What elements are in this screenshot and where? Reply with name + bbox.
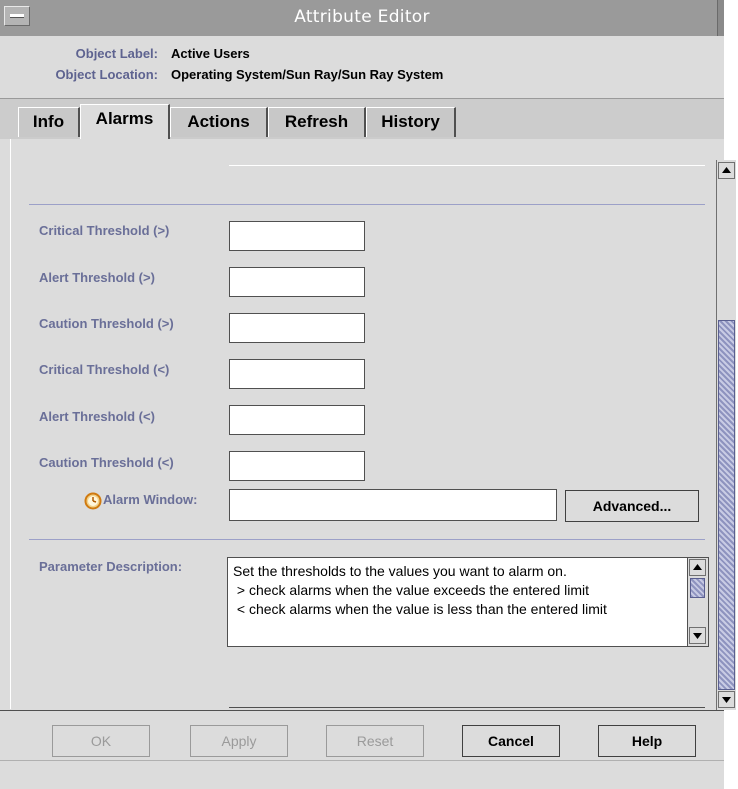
critical-threshold-lt-label: Critical Threshold (<) bbox=[39, 362, 170, 377]
title-bar[interactable]: Attribute Editor bbox=[0, 0, 724, 37]
parameter-description-box[interactable]: Set the thresholds to the values you wan… bbox=[227, 557, 709, 647]
section-divider bbox=[29, 204, 705, 205]
object-label-key: Object Label: bbox=[75, 46, 158, 61]
section-divider-top bbox=[229, 165, 705, 166]
panel-left-edge bbox=[0, 139, 10, 710]
tab-info[interactable]: Info bbox=[18, 107, 80, 137]
main-scroll-up-button[interactable] bbox=[718, 162, 735, 179]
parameter-description-text: Set the thresholds to the values you wan… bbox=[233, 563, 607, 617]
scroll-down-button[interactable] bbox=[689, 627, 706, 644]
critical-threshold-gt-label: Critical Threshold (>) bbox=[39, 223, 170, 238]
parameter-description-label: Parameter Description: bbox=[39, 559, 183, 574]
tab-strip: Info Alarms Actions Refresh History bbox=[0, 99, 724, 139]
apply-button[interactable]: Apply bbox=[190, 725, 288, 757]
advanced-button[interactable]: Advanced... bbox=[565, 490, 699, 522]
section-divider-2 bbox=[29, 539, 705, 540]
alarm-window-input[interactable] bbox=[229, 489, 557, 521]
help-button[interactable]: Help bbox=[598, 725, 696, 757]
caution-threshold-lt-input[interactable] bbox=[229, 451, 365, 481]
description-scroll-thumb[interactable] bbox=[690, 578, 705, 598]
caution-threshold-lt-label: Caution Threshold (<) bbox=[39, 455, 174, 470]
alarms-panel: Critical Threshold (>) Alert Threshold (… bbox=[10, 139, 717, 709]
clock-icon bbox=[84, 492, 102, 510]
caution-threshold-gt-input[interactable] bbox=[229, 313, 365, 343]
object-location-value: Operating System/Sun Ray/Sun Ray System bbox=[171, 67, 444, 82]
alert-threshold-gt-input[interactable] bbox=[229, 267, 365, 297]
attribute-editor-window: Attribute Editor Object Label: Active Us… bbox=[0, 0, 738, 789]
alert-threshold-lt-label: Alert Threshold (<) bbox=[39, 409, 155, 424]
description-scrollbar[interactable] bbox=[687, 558, 708, 646]
object-info-panel: Object Label: Active Users Object Locati… bbox=[0, 36, 724, 99]
tab-refresh[interactable]: Refresh bbox=[268, 107, 366, 137]
status-strip bbox=[0, 760, 724, 789]
alert-threshold-gt-label: Alert Threshold (>) bbox=[39, 270, 155, 285]
object-location-key: Object Location: bbox=[55, 67, 158, 82]
main-scroll-thumb[interactable] bbox=[718, 320, 735, 690]
section-divider-bottom bbox=[229, 707, 705, 708]
tab-history[interactable]: History bbox=[366, 107, 456, 137]
title-bar-edge bbox=[717, 0, 724, 36]
object-label-value: Active Users bbox=[171, 46, 250, 61]
alert-threshold-lt-input[interactable] bbox=[229, 405, 365, 435]
dialog-button-bar: OK Apply Reset Cancel Help bbox=[0, 710, 724, 761]
tab-alarms[interactable]: Alarms bbox=[80, 104, 170, 139]
main-scroll-down-button[interactable] bbox=[718, 691, 735, 708]
cancel-button[interactable]: Cancel bbox=[462, 725, 560, 757]
main-scrollbar[interactable] bbox=[716, 160, 736, 710]
scroll-up-button[interactable] bbox=[689, 559, 706, 576]
arrow-down-icon bbox=[722, 697, 731, 703]
alarm-window-label: Alarm Window: bbox=[103, 492, 198, 507]
arrow-up-icon bbox=[722, 167, 731, 173]
tab-actions[interactable]: Actions bbox=[170, 107, 268, 137]
window-title: Attribute Editor bbox=[294, 7, 430, 27]
arrow-down-icon bbox=[693, 633, 702, 639]
critical-threshold-gt-input[interactable] bbox=[229, 221, 365, 251]
critical-threshold-lt-input[interactable] bbox=[229, 359, 365, 389]
reset-button[interactable]: Reset bbox=[326, 725, 424, 757]
arrow-up-icon bbox=[693, 564, 702, 570]
ok-button[interactable]: OK bbox=[52, 725, 150, 757]
caution-threshold-gt-label: Caution Threshold (>) bbox=[39, 316, 174, 331]
